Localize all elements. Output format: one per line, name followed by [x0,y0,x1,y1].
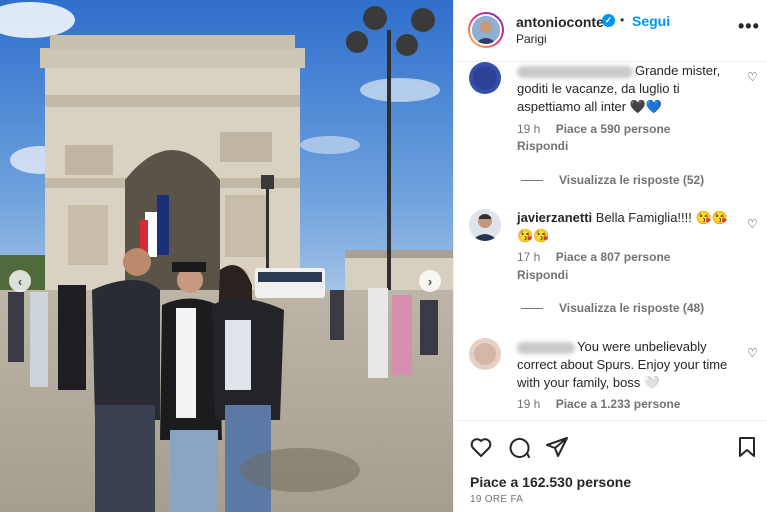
author-avatar[interactable] [468,12,504,48]
comment-time: 19 h [517,122,541,136]
post-photo[interactable]: ‹ › [0,0,453,512]
view-replies-button[interactable]: Visualizza le risposte (48) [521,301,704,315]
commenter-avatar[interactable] [469,209,501,241]
comment-text: javierzanetti Bella Famiglia!!!! 😘😘😘😘 [517,210,728,243]
comment-meta: 17 h Piace a 807 persone [517,250,682,264]
comment-like-heart-icon[interactable]: ♡ [747,70,758,84]
comment-icon[interactable] [507,435,531,459]
comment-text: Grande mister, goditi le vacanze, da lug… [517,63,721,114]
bookmark-icon[interactable] [735,435,759,459]
post-timestamp: 19 ORE FA [470,494,524,505]
blurred-username[interactable] [517,341,575,354]
heart-icon[interactable] [469,435,493,459]
photo-scene [0,0,453,512]
blurred-avatar-image [469,62,501,94]
comment-like-heart-icon[interactable]: ♡ [747,217,758,231]
comment-meta: 19 h Piace a 590 persone [517,122,682,136]
blurred-username[interactable] [517,65,633,78]
arc-de-triomphe [40,35,305,290]
comment-text: You were unbelievably correct about Spur… [517,339,728,390]
comment-like-heart-icon[interactable]: ♡ [747,346,758,360]
carousel-next-button[interactable]: › [419,270,441,292]
commenter-avatar[interactable] [469,62,501,94]
commenter-username[interactable]: javierzanetti [517,210,592,225]
comment-time: 17 h [517,250,541,264]
post-header: antonioconte ✓ • Segui Parigi ••• [454,0,767,62]
post-actions-bar: Piace a 162.530 persone 19 ORE FA [454,420,767,512]
commenter-avatar[interactable] [469,338,501,370]
reply-button[interactable]: Rispondi [517,139,568,153]
zanetti-avatar-image [469,209,501,241]
comment-meta: 19 h Piace a 1.233 persone [517,397,692,411]
replies-divider-line [521,308,543,310]
more-options-icon[interactable]: ••• [738,16,760,37]
view-replies-button[interactable]: Visualizza le risposte (52) [521,173,704,187]
comment-likes[interactable]: Piace a 807 persone [556,250,671,264]
reply-button[interactable]: Rispondi [517,268,568,282]
post-side-panel: antonioconte ✓ • Segui Parigi ••• Grande… [453,0,767,512]
comment-likes[interactable]: Piace a 1.233 persone [556,397,681,411]
paper-plane-icon[interactable] [545,435,569,459]
post-likes-count[interactable]: Piace a 162.530 persone [470,474,631,490]
replies-divider-line [521,180,543,182]
carousel-prev-button[interactable]: ‹ [9,270,31,292]
author-username[interactable]: antonioconte [516,14,604,30]
verified-badge-icon: ✓ [602,14,615,27]
post-location[interactable]: Parigi [516,32,547,46]
separator-dot: • [620,13,625,27]
blurred-avatar-image [469,338,501,370]
author-avatar-image [472,16,500,44]
comment-time: 19 h [517,397,541,411]
comment-likes[interactable]: Piace a 590 persone [556,122,671,136]
follow-button[interactable]: Segui [632,13,670,29]
